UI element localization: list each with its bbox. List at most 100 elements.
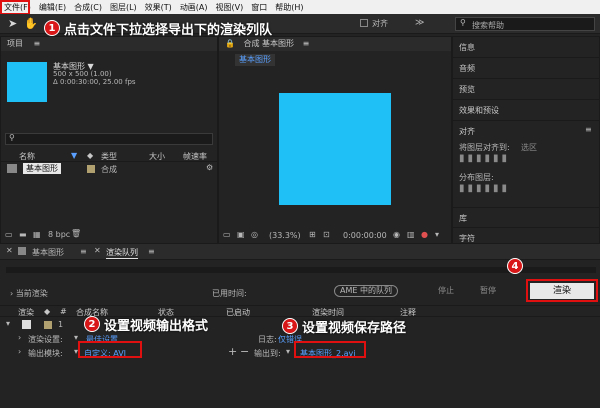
col-type[interactable]: 类型 <box>101 151 117 162</box>
display-options-icon[interactable]: ▣ <box>237 230 245 239</box>
menu-view[interactable]: 视图(V) <box>212 2 248 13</box>
region-of-interest-icon[interactable]: ▭ <box>223 230 231 239</box>
output-module-label: 输出模块: <box>28 349 63 358</box>
output-module-highlight <box>78 341 142 358</box>
project-item-dimensions: 500 x 500 (1.00) <box>53 70 112 78</box>
render-checkbox[interactable] <box>22 320 31 329</box>
interpret-footage-icon[interactable]: ▭ <box>5 230 13 239</box>
search-icon: ⚲ <box>460 18 466 27</box>
render-settings-label: 渲染设置: <box>28 335 63 344</box>
col-started[interactable]: 已启动 <box>226 307 250 318</box>
panel-info[interactable]: 信息 <box>453 37 599 58</box>
align-buttons-icon[interactable]: ▮▮▮▮▮▮ <box>459 153 510 164</box>
panel-menu-icon[interactable]: ≡ <box>585 125 592 134</box>
expand-arrow-icon[interactable]: ▾ <box>6 319 10 328</box>
sort-arrow-icon[interactable]: ▼ <box>71 151 77 160</box>
composition-icon <box>18 247 26 255</box>
new-folder-icon[interactable]: ▬ <box>19 230 27 239</box>
pause-button[interactable]: 暂停 <box>468 285 508 297</box>
mask-visibility-icon[interactable]: ◎ <box>251 230 258 239</box>
hand-tool-icon[interactable]: ✋ <box>24 17 38 30</box>
menu-window[interactable]: 窗口 <box>247 2 271 13</box>
annotation-badge-4: 4 <box>507 258 523 274</box>
panel-effects-presets[interactable]: 效果和预设 <box>453 100 599 121</box>
search-icon: ⚲ <box>9 133 15 142</box>
project-panel: 项目 ≡ 基本图形 ▼ 500 x 500 (1.00) Δ 0:00:30:0… <box>0 36 219 244</box>
render-queue-panel: › 当前渲染 已用时间: AME 中的队列 停止 暂停 渲染 渲染 ◆ # 合成… <box>0 261 600 408</box>
transparency-icon[interactable]: ⊡ <box>323 230 330 239</box>
log-label: 日志: <box>258 335 277 344</box>
project-search-input[interactable]: ⚲ <box>5 133 213 145</box>
item-number: 1 <box>58 320 64 329</box>
stop-button[interactable]: 停止 <box>426 285 466 297</box>
render-settings-arrow-icon[interactable]: › <box>18 333 21 342</box>
add-output-icon[interactable]: + <box>228 345 237 358</box>
distribute-buttons-icon[interactable]: ▮▮▮▮▮▮ <box>459 183 510 194</box>
comp-panel-header: 🔒 合成 基本图形 ≡ <box>219 37 451 51</box>
channel-icon[interactable]: ▥ <box>407 230 415 239</box>
timecode[interactable]: 0:00:00:00 <box>343 231 387 240</box>
project-row-type: 合成 <box>101 165 117 174</box>
label-tag-icon: ◆ <box>87 151 94 160</box>
lock-icon[interactable]: 🔒 <box>225 39 235 48</box>
distribute-label: 分布图层: <box>459 173 494 182</box>
comp-thumbnail <box>7 62 47 102</box>
camera-icon[interactable]: ◉ <box>393 230 400 239</box>
col-name[interactable]: 名称 <box>19 151 35 162</box>
menu-help[interactable]: 帮助(H) <box>271 2 307 13</box>
flowchart-icon[interactable]: ⚙ <box>206 163 213 172</box>
annotation-badge-3: 3 <box>282 318 298 334</box>
output-module-arrow-icon[interactable]: › <box>18 347 21 356</box>
selection-tool-icon[interactable]: ➤ <box>8 17 17 30</box>
panel-audio[interactable]: 音频 <box>453 58 599 79</box>
align-checkbox[interactable] <box>360 19 368 27</box>
close-icon[interactable]: ✕ <box>6 246 13 255</box>
tab-menu-icon[interactable]: ≡ <box>80 247 87 256</box>
align-to-label: 将图层对齐到: <box>459 143 510 152</box>
col-size[interactable]: 大小 <box>149 151 165 162</box>
col-fps[interactable]: 帧速率 <box>183 151 207 162</box>
current-render-text: 当前渲染 <box>15 289 48 298</box>
grid-icon[interactable]: ⊞ <box>309 230 316 239</box>
project-row[interactable]: 基本图形 合成 ⚙ <box>1 163 219 175</box>
help-search-input[interactable]: ⚲ 搜索帮助 <box>455 17 595 31</box>
tab-comp[interactable]: 基本图形 <box>32 247 64 258</box>
annotation-text-2: 设置视频输出格式 <box>104 319 209 334</box>
right-panel: 信息 音频 预览 效果和预设 对齐 ≡ 将图层对齐到: 选区 ▮▮▮▮▮▮ 分布… <box>452 36 600 244</box>
menu-edit[interactable]: 编辑(E) <box>35 2 70 13</box>
col-number[interactable]: # <box>60 307 67 316</box>
panel-library[interactable]: 库 <box>453 207 599 228</box>
menu-animation[interactable]: 动画(A) <box>176 2 212 13</box>
project-panel-title: 项目 <box>7 39 23 48</box>
comp-tab[interactable]: 基本图形 <box>235 54 275 66</box>
color-management-icon[interactable]: ● <box>421 230 428 239</box>
label-color-swatch <box>44 321 52 329</box>
menu-layer[interactable]: 图层(L) <box>106 2 141 13</box>
current-render-label: › 当前渲染 <box>10 289 48 298</box>
align-to-select[interactable]: 选区 <box>521 142 537 153</box>
remove-output-icon[interactable]: − <box>240 345 249 358</box>
tab-render-queue[interactable]: 渲染队列 <box>106 247 138 259</box>
delete-icon[interactable]: 🗑 <box>71 229 81 238</box>
comp-panel-title: 合成 基本图形 <box>243 39 295 48</box>
workspace-menu-icon[interactable]: ≫ <box>415 18 424 28</box>
project-row-name: 基本图形 <box>23 163 61 174</box>
new-comp-icon[interactable]: ▦ <box>33 230 41 239</box>
file-menu-highlight <box>0 0 30 15</box>
annotation-badge-1: 1 <box>44 20 60 36</box>
col-render[interactable]: 渲染 <box>18 307 34 318</box>
composition-panel: 🔒 合成 基本图形 ≡ 基本图形 ▭ ▣ ◎ (33.3%) ⊞ ⊡ 0:00:… <box>218 36 452 244</box>
timeline-tabbar: ✕ 基本图形 ≡ ✕ 渲染队列 ≡ <box>0 244 600 260</box>
menu-effect[interactable]: 效果(T) <box>141 2 176 13</box>
tab-menu-icon[interactable]: ≡ <box>148 247 155 256</box>
more-options-icon[interactable]: ▾ <box>435 230 439 239</box>
dropdown-arrow-icon[interactable]: ▾ <box>286 347 290 356</box>
zoom-level[interactable]: (33.3%) <box>269 231 301 240</box>
ame-queue-button[interactable]: AME 中的队列 <box>334 285 398 297</box>
close-icon[interactable]: ✕ <box>94 246 101 255</box>
panel-align[interactable]: 对齐 <box>453 121 599 142</box>
panel-preview[interactable]: 预览 <box>453 79 599 100</box>
label-color-swatch <box>87 165 95 173</box>
bpc-label[interactable]: 8 bpc <box>48 230 70 239</box>
menu-composition[interactable]: 合成(C) <box>70 2 106 13</box>
